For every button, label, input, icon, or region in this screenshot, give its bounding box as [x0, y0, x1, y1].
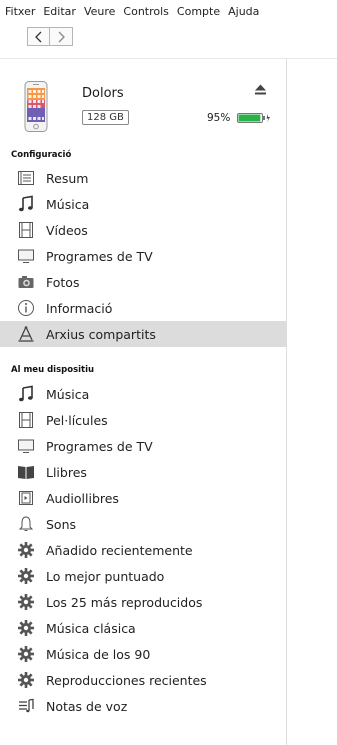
- menu-editar[interactable]: Editar: [43, 5, 76, 18]
- section-header-configuracio: Configuració: [11, 150, 72, 160]
- section-header-al-meu-dispositiu: Al meu dispositiu: [11, 365, 95, 375]
- sidebar-item-label: Música: [46, 196, 90, 212]
- sidebar-item-label: Programes de TV: [46, 248, 153, 264]
- sidebar-item-resum[interactable]: Resum: [0, 165, 287, 191]
- music-note-icon: [17, 195, 35, 213]
- sidebar-item-label: Pel·lícules: [46, 412, 108, 428]
- menu-bar: Fitxer Editar Veure Controls Compte Ajud…: [0, 0, 337, 22]
- sidebar-item-label: Fotos: [46, 274, 80, 290]
- sidebar-item-label: Vídeos: [46, 222, 88, 238]
- tv-icon: [17, 437, 35, 455]
- battery-icon: [237, 113, 270, 123]
- info-icon: [17, 299, 35, 317]
- gear-icon: [17, 593, 35, 611]
- sidebar-item-label: Notas de voz: [46, 698, 128, 714]
- sidebar-item-arxius-compartits[interactable]: Arxius compartits: [0, 321, 287, 347]
- sidebar-item-programes-tv[interactable]: Programes de TV: [0, 243, 287, 269]
- sidebar-item-fotos[interactable]: Fotos: [0, 269, 287, 295]
- sidebar-item-label: Música: [46, 386, 90, 402]
- eject-icon[interactable]: [254, 84, 267, 96]
- sidebar-item-label: Resum: [46, 170, 89, 186]
- menu-veure[interactable]: Veure: [84, 5, 115, 18]
- sidebar-item-device-musica[interactable]: Música: [0, 381, 287, 407]
- summary-icon: [17, 169, 35, 187]
- menu-ajuda[interactable]: Ajuda: [228, 5, 259, 18]
- bell-icon: [17, 515, 35, 533]
- audiobook-icon: [17, 489, 35, 507]
- chevron-left-icon: [34, 31, 41, 42]
- sidebar-item-notes-de-veu[interactable]: Notas de voz: [0, 693, 287, 719]
- gear-icon: [17, 671, 35, 689]
- back-button[interactable]: [27, 27, 50, 46]
- capacity-badge: 128 GB: [82, 110, 129, 125]
- device-name: Dolors: [82, 86, 124, 101]
- sidebar-item-label: Música clásica: [46, 620, 136, 636]
- sidebar-item-label: Informació: [46, 300, 113, 316]
- sidebar-item-label: Reproducciones recientes: [46, 672, 207, 688]
- sidebar-item-label: Arxius compartits: [46, 326, 156, 342]
- sidebar-item-label: Lo mejor puntuado: [46, 568, 165, 584]
- sidebar-item-sons[interactable]: Sons: [0, 511, 287, 537]
- gear-icon: [17, 619, 35, 637]
- gear-icon: [17, 567, 35, 585]
- sidebar-item-label: Los 25 más reproducidos: [46, 594, 203, 610]
- navigation-buttons: [27, 27, 73, 46]
- sidebar-item-videos[interactable]: Vídeos: [0, 217, 287, 243]
- tv-icon: [17, 247, 35, 265]
- menu-compte[interactable]: Compte: [177, 5, 220, 18]
- menu-controls[interactable]: Controls: [123, 5, 169, 18]
- menu-fitxer[interactable]: Fitxer: [5, 5, 35, 18]
- sidebar-item-label: Programes de TV: [46, 438, 153, 454]
- sidebar-item-informacio[interactable]: Informació: [0, 295, 287, 321]
- shared-files-icon: [17, 325, 35, 343]
- sidebar-item-device-programes-tv[interactable]: Programes de TV: [0, 433, 287, 459]
- sidebar-item-playlist-90s[interactable]: Música de los 90: [0, 641, 287, 667]
- sidebar-item-llibres[interactable]: Llibres: [0, 459, 287, 485]
- sidebar-item-label: Añadido recientemente: [46, 542, 193, 558]
- sidebar-item-playlist-top25[interactable]: Los 25 más reproducidos: [0, 589, 287, 615]
- chevron-right-icon: [58, 31, 65, 42]
- sidebar-item-playlist-mejor[interactable]: Lo mejor puntuado: [0, 563, 287, 589]
- sidebar-item-playlist-recientes[interactable]: Reproducciones recientes: [0, 667, 287, 693]
- film-icon: [17, 221, 35, 239]
- sidebar-item-audiollibres[interactable]: Audiollibres: [0, 485, 287, 511]
- gear-icon: [17, 541, 35, 559]
- voice-memo-icon: [17, 697, 35, 715]
- music-note-icon: [17, 385, 35, 403]
- battery-percent: 95%: [207, 112, 231, 124]
- camera-icon: [17, 273, 35, 291]
- gear-icon: [17, 645, 35, 663]
- sidebar-item-label: Audiollibres: [46, 490, 119, 506]
- sidebar-item-label: Llibres: [46, 464, 87, 480]
- sidebar-item-playlist-afegit[interactable]: Añadido recientemente: [0, 537, 287, 563]
- sidebar-item-musica[interactable]: Música: [0, 191, 287, 217]
- sidebar-item-pellicules[interactable]: Pel·lícules: [0, 407, 287, 433]
- sidebar-item-playlist-clasica[interactable]: Música clásica: [0, 615, 287, 641]
- iphone-device-icon: [24, 81, 48, 132]
- film-icon: [17, 411, 35, 429]
- sidebar-item-label: Sons: [46, 516, 77, 532]
- book-icon: [17, 463, 35, 481]
- forward-button[interactable]: [50, 27, 73, 46]
- sidebar-item-label: Música de los 90: [46, 646, 151, 662]
